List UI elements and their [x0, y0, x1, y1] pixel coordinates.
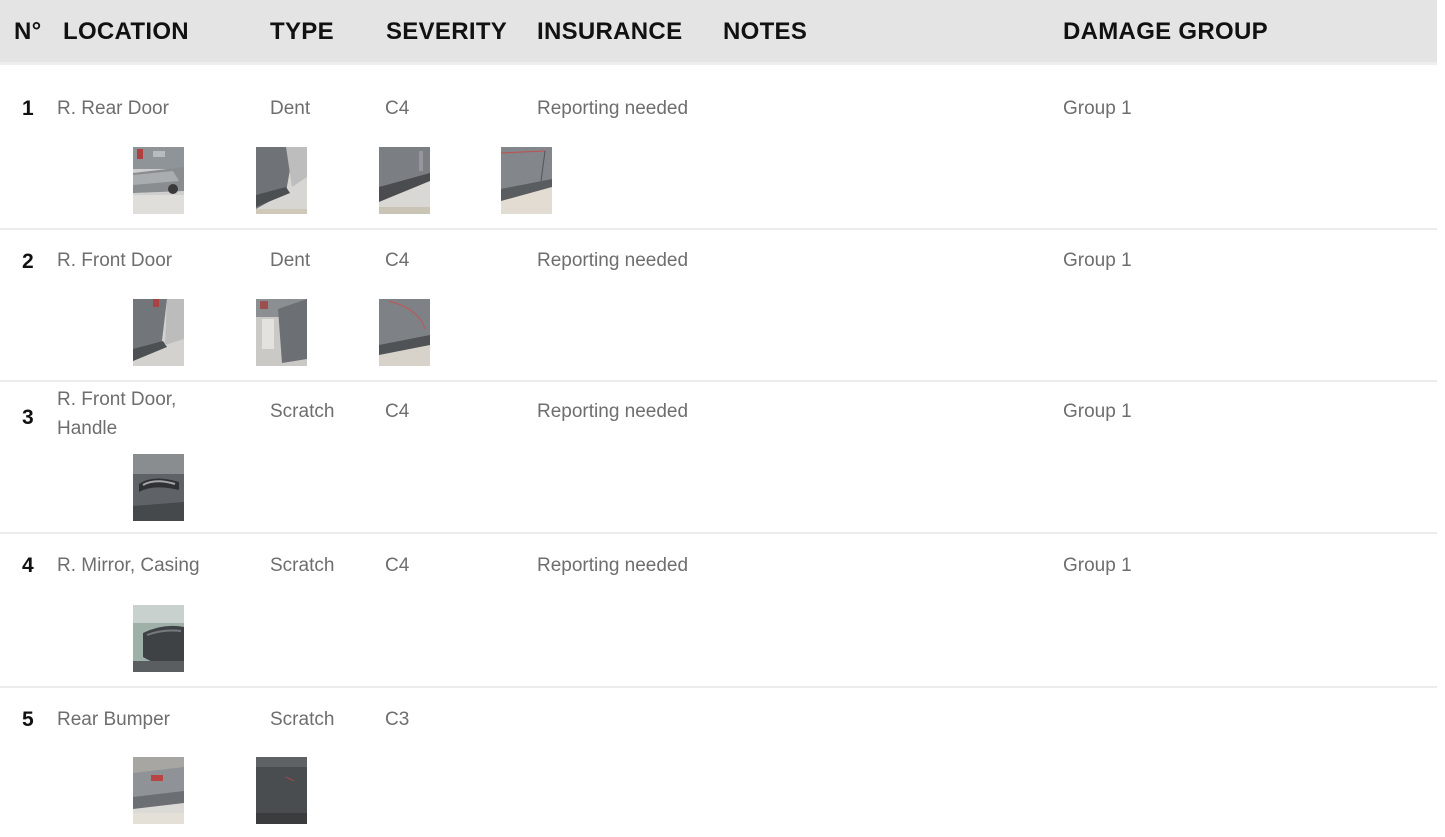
rear-car-photo[interactable]	[133, 757, 184, 824]
location-cell: Rear Bumper	[57, 709, 170, 730]
location-cell-line1: R. Front Door,	[57, 389, 177, 410]
header-damage-group: DAMAGE GROUP	[1063, 18, 1268, 45]
row-number: 3	[22, 406, 34, 429]
table-row[interactable]: 3 R. Front Door, Handle Scratch C4 Repor…	[0, 382, 1437, 532]
insurance-cell: Reporting needed	[537, 250, 689, 271]
location-cell: R. Rear Door	[57, 98, 169, 119]
door-sill-photo[interactable]	[379, 147, 430, 214]
type-cell: Scratch	[270, 709, 335, 730]
location-cell-line2: Handle	[57, 418, 118, 439]
severity-cell: C4	[385, 98, 410, 119]
insurance-cell: Reporting needed	[537, 98, 689, 119]
table-header: N° LOCATION TYPE SEVERITY INSURANCE NOTE…	[0, 0, 1437, 65]
severity-cell: C4	[385, 555, 410, 576]
damage-group-cell: Group 1	[1063, 250, 1132, 271]
header-notes: NOTES	[723, 18, 808, 45]
row-number: 1	[22, 97, 34, 120]
mirror-photo[interactable]	[133, 605, 184, 672]
header-type: TYPE	[270, 18, 334, 45]
table-row[interactable]: 1 R. Rear Door Dent C4 Reporting needed …	[0, 80, 1437, 228]
type-cell: Scratch	[270, 401, 335, 422]
header-location: LOCATION	[63, 18, 189, 45]
car-side-photo[interactable]	[133, 147, 184, 214]
row-number: 5	[22, 708, 34, 731]
row-number: 4	[22, 554, 34, 577]
row-number: 2	[22, 250, 34, 273]
header-insurance: INSURANCE	[537, 18, 683, 45]
header-severity: SEVERITY	[386, 18, 508, 45]
table-row[interactable]: 5 Rear Bumper Scratch C3	[0, 688, 1437, 837]
header-num: N°	[14, 18, 42, 45]
table-row[interactable]: 4 R. Mirror, Casing Scratch C4 Reporting…	[0, 534, 1437, 686]
severity-cell: C4	[385, 250, 410, 271]
location-cell: R. Mirror, Casing	[57, 555, 200, 576]
dark-panel-photo[interactable]	[256, 757, 307, 824]
insurance-cell: Reporting needed	[537, 555, 689, 576]
garage-photo[interactable]	[256, 299, 307, 366]
severity-cell: C3	[385, 709, 410, 730]
type-cell: Dent	[270, 250, 311, 271]
damage-group-cell: Group 1	[1063, 555, 1132, 576]
door-panel-photo[interactable]	[256, 147, 307, 214]
door-edge-photo[interactable]	[501, 147, 552, 214]
door-handle-photo[interactable]	[133, 454, 184, 521]
table-row[interactable]: 2 R. Front Door Dent C4 Reporting needed…	[0, 230, 1437, 380]
insurance-cell: Reporting needed	[537, 401, 689, 422]
damage-group-cell: Group 1	[1063, 98, 1132, 119]
door-edge-photo[interactable]	[379, 299, 430, 366]
location-cell: R. Front Door	[57, 250, 173, 271]
door-panel-photo[interactable]	[133, 299, 184, 366]
severity-cell: C4	[385, 401, 410, 422]
type-cell: Dent	[270, 98, 311, 119]
damage-group-cell: Group 1	[1063, 401, 1132, 422]
type-cell: Scratch	[270, 555, 335, 576]
